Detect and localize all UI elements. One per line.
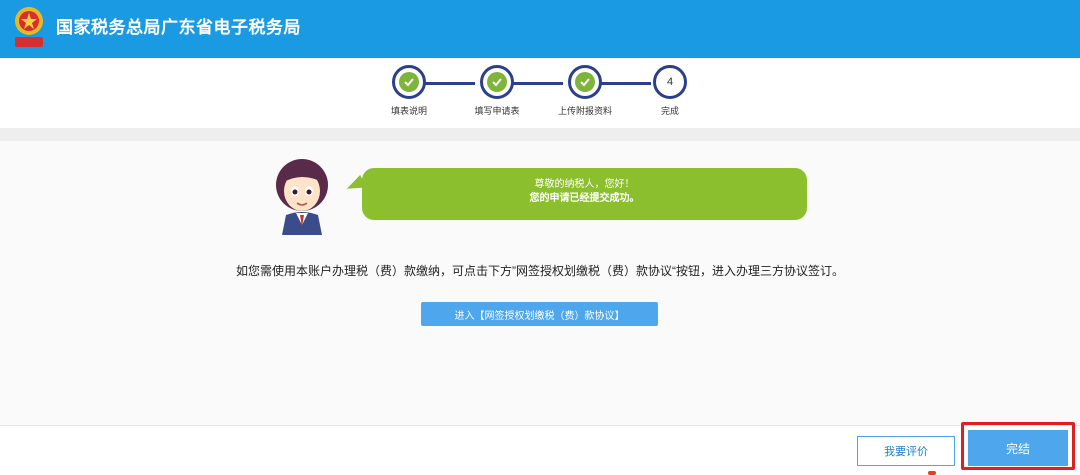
progress-steps <box>0 58 1080 128</box>
check-icon <box>492 78 502 87</box>
step-3-circle <box>568 65 602 99</box>
header-bar: 国家税务总局广东省电子税务局 <box>0 0 1080 58</box>
step-4-label: 完成 <box>660 106 679 116</box>
step-1-circle <box>392 65 426 99</box>
site-title: 国家税务总局广东省电子税务局 <box>56 18 301 37</box>
success-text: 您的申请已经提交成功。 <box>529 193 640 204</box>
step-1-label: 填表说明 <box>390 106 427 116</box>
step-connector <box>513 82 563 85</box>
greeting-text: 尊敬的纳税人，您好！ <box>534 179 635 190</box>
check-icon <box>404 78 414 87</box>
step-4-circle: 4 <box>653 65 687 99</box>
agreement-button[interactable]: 进入【网签授权划缴税（费）款协议】 <box>421 302 658 326</box>
finish-button[interactable]: 完结 <box>968 430 1068 466</box>
tax-emblem-icon <box>15 7 43 47</box>
step-2-circle <box>480 65 514 99</box>
step-3-label: 上传附报资料 <box>557 106 612 116</box>
success-message-bubble: 尊敬的纳税人，您好！ 您的申请已经提交成功。 <box>362 168 807 220</box>
rate-button[interactable]: 我要评价 <box>857 436 955 466</box>
annotation-mark <box>928 471 936 475</box>
step-2-label: 填写申请表 <box>474 106 520 116</box>
step-connector <box>425 82 475 85</box>
step-connector <box>601 82 651 85</box>
check-icon <box>580 78 590 87</box>
divider-band <box>0 128 1080 141</box>
assistant-avatar-icon <box>276 159 328 235</box>
notice-text: 如您需使用本账户办理税（费）款缴纳，可点击下方”网签授权划缴税（费）款协议“按钮… <box>236 264 844 278</box>
step-number: 4 <box>666 76 674 88</box>
